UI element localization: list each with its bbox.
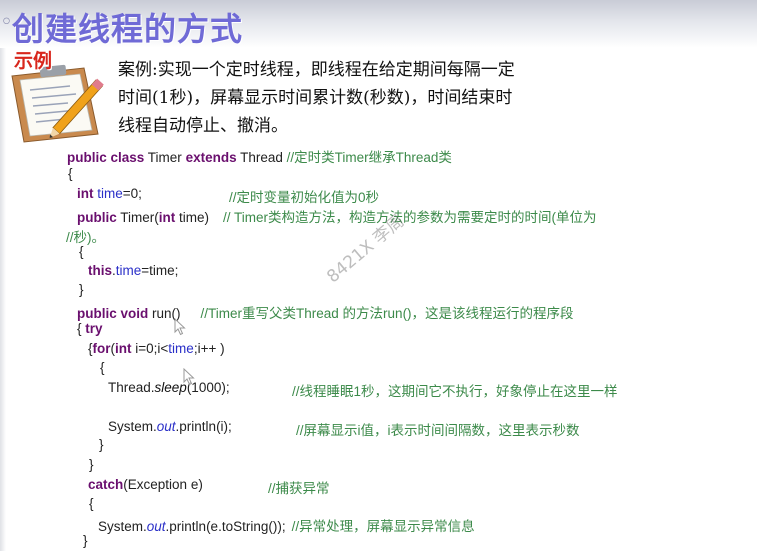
- code-line-brace: }: [83, 533, 88, 548]
- slide-title: 创建线程的方式: [12, 10, 244, 48]
- code-comment: //定时类Timer继承Thread类: [286, 150, 452, 165]
- code-line-exception: System.out.println(e.toString()); //异常处理，…: [98, 515, 475, 535]
- code-text: System.: [98, 519, 147, 534]
- code-comment: //Timer重写父类Thread 的方法run()，这是该线程运行的程序段: [200, 306, 574, 321]
- code-line-println: System.out.println(i); //屏幕显示i值，i表示时间间隔数，…: [108, 419, 580, 438]
- code-field: time: [115, 263, 142, 278]
- code-comment: //屏幕显示i值，i表示时间间隔数，这里表示秒数: [296, 423, 580, 438]
- code-line-brace: {: [89, 496, 94, 511]
- code-line-try: { try: [77, 321, 103, 336]
- code-keyword: public void: [77, 306, 149, 321]
- code-line-brace: }: [89, 457, 94, 472]
- code-keyword: int: [115, 341, 132, 356]
- code-comment: //捕获异常: [268, 481, 330, 496]
- code-comment: //定时变量初始化值为0秒: [229, 190, 380, 205]
- code-line-brace: {: [100, 360, 105, 375]
- code-text: time): [175, 210, 209, 225]
- code-keyword: try: [85, 321, 103, 336]
- code-comment: //线程睡眠1秒，这期间它不执行，好象停止在这里一样: [292, 384, 618, 399]
- code-text: =0;: [122, 186, 142, 201]
- code-text: i=0;i<: [131, 341, 169, 356]
- code-text: Timer(: [116, 210, 159, 225]
- code-text: .println(i);: [175, 419, 232, 434]
- code-keyword: extends: [185, 150, 237, 165]
- code-line-field: int time=0; //定时变量初始化值为0秒: [77, 186, 379, 205]
- code-line-brace: {: [68, 166, 73, 181]
- code-field: time: [168, 341, 194, 356]
- code-comment-continuation: //秒)。: [66, 230, 105, 245]
- code-text: Timer: [144, 150, 186, 165]
- example-badge: 示例: [14, 50, 53, 72]
- code-line-constructor: public Timer(int time)// Timer类构造方法，构造方法…: [77, 206, 597, 226]
- case-description: 案例:实现一个定时线程，即线程在给定期间每隔一定 时间(1秒)，屏幕显示时间累计…: [118, 56, 638, 140]
- code-line-sleep: Thread.sleep(1000);//线程睡眠1秒，这期间它不执行，好象停止…: [108, 380, 618, 399]
- mouse-cursor-icon: [174, 318, 186, 336]
- code-keyword: int: [77, 186, 94, 201]
- code-text: ;i++ ): [193, 341, 225, 356]
- code-text: Thread.: [108, 380, 155, 395]
- code-line-assign: this.time=time;: [88, 263, 178, 278]
- code-field: time: [93, 186, 123, 201]
- code-line-run: public void run()//Timer重写父类Thread 的方法ru…: [77, 302, 574, 322]
- code-text: =time;: [141, 263, 179, 278]
- code-keyword: int: [158, 210, 176, 225]
- code-keyword: catch: [88, 477, 124, 492]
- case-line: 案例:实现一个定时线程，即线程在给定期间每隔一定: [118, 60, 515, 80]
- code-keyword: public: [77, 210, 117, 225]
- case-line: 线程自动停止、撤消。: [118, 116, 288, 136]
- code-field: out: [146, 519, 166, 534]
- code-keyword: this: [88, 263, 113, 278]
- code-line-brace: {: [79, 244, 84, 259]
- case-line: 时间(1秒)，屏幕显示时间累计数(秒数)，时间结束时: [118, 88, 513, 108]
- code-line-brace: }: [79, 282, 84, 297]
- code-line-class-decl: public class Timer extends Thread //定时类T…: [67, 146, 452, 166]
- code-keyword: for: [92, 341, 111, 356]
- code-method: sleep: [154, 380, 187, 395]
- code-text: Thread: [236, 150, 287, 165]
- code-field: out: [156, 419, 176, 434]
- code-text: (Exception e): [123, 477, 203, 492]
- code-text: .println(e.toString());: [165, 519, 286, 534]
- code-line-for: {for(int i=0;i<time;i++ ): [88, 341, 225, 356]
- mouse-cursor-icon: [183, 368, 195, 386]
- code-comment: //异常处理，屏幕显示异常信息: [291, 519, 475, 534]
- code-line-brace: }: [99, 437, 104, 452]
- code-line-catch: catch(Exception e) //捕获异常: [88, 477, 330, 496]
- code-text: System.: [108, 419, 157, 434]
- code-keyword: public class: [67, 150, 145, 165]
